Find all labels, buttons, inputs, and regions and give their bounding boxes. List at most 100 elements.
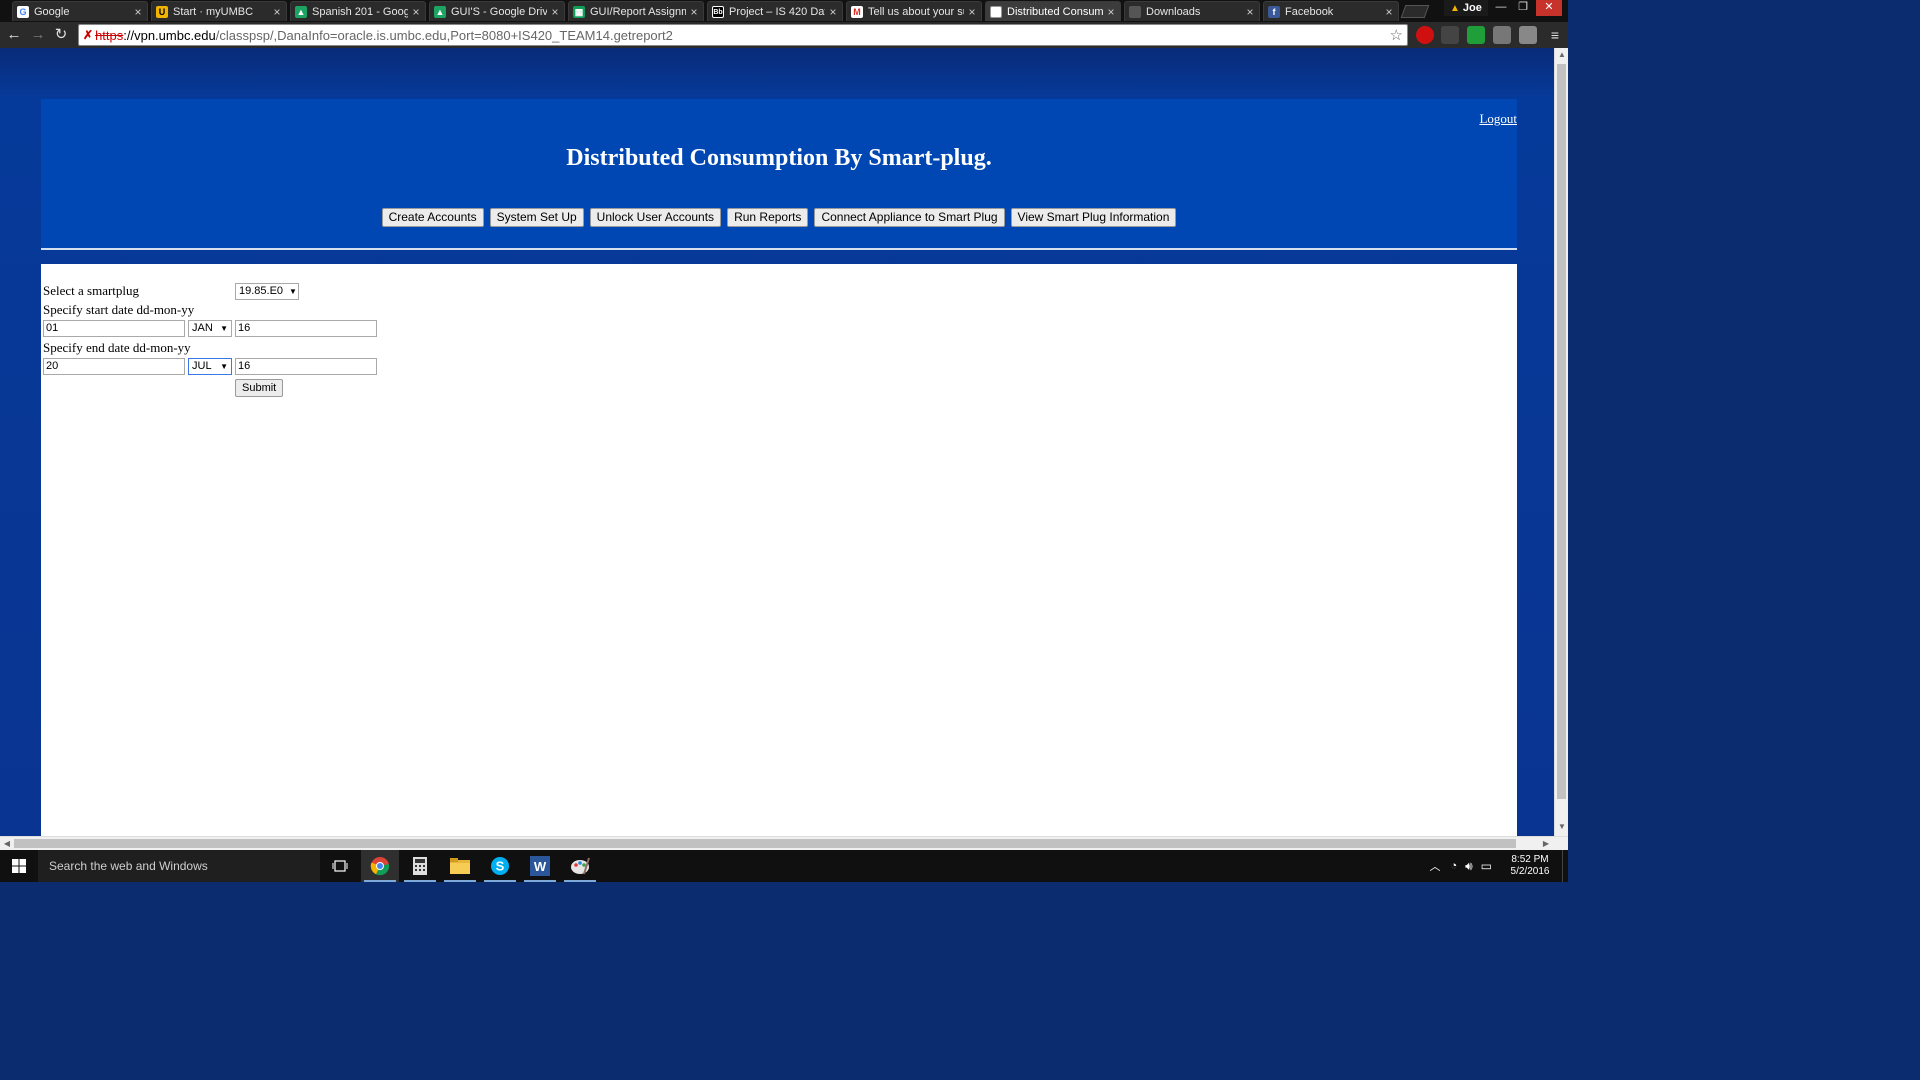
tab-spanish[interactable]: ▲ Spanish 201 - Google × (290, 1, 426, 21)
taskbar-clock[interactable]: 8:52 PM 5/2/2016 (1498, 854, 1562, 878)
evernote-extension-icon[interactable] (1467, 26, 1485, 44)
scroll-up-icon[interactable]: ▲ (1555, 50, 1569, 62)
start-month-value: JAN (192, 322, 213, 334)
show-desktop-button[interactable] (1562, 850, 1568, 882)
create-accounts-button[interactable]: Create Accounts (381, 208, 484, 227)
url-host: ://vpn.umbc.edu (123, 27, 216, 43)
show-hidden-icons-icon[interactable]: ︿ (1429, 858, 1440, 874)
connect-appliance-button[interactable]: Connect Appliance to Smart Plug (814, 208, 1005, 227)
drive-icon: ▲ (434, 5, 446, 18)
tab-facebook[interactable]: f Facebook × (1263, 1, 1399, 21)
calculator-icon[interactable] (401, 850, 439, 882)
tab-title: Facebook (1285, 5, 1334, 18)
tab-project[interactable]: Bb Project – IS 420 Datal × (707, 1, 843, 21)
paint-icon[interactable] (561, 850, 599, 882)
bookmark-star-icon[interactable]: ☆ (1390, 26, 1403, 44)
new-tab-button[interactable] (1400, 5, 1430, 18)
reload-icon[interactable]: ↻ (50, 24, 72, 46)
logout-link[interactable]: Logout (1479, 111, 1517, 127)
run-reports-button[interactable]: Run Reports (727, 208, 809, 227)
taskbar-search-input[interactable]: Search the web and Windows (38, 850, 320, 882)
windows-start-icon[interactable] (0, 850, 38, 882)
scrollbar-thumb[interactable] (14, 839, 1516, 848)
close-icon[interactable]: × (1245, 5, 1255, 19)
chevron-down-icon: ▼ (220, 362, 228, 371)
menu-icon[interactable]: ≡ (1544, 24, 1566, 46)
scroll-left-icon[interactable]: ◀ (1, 837, 13, 851)
close-icon[interactable]: × (689, 5, 699, 19)
svg-text:W: W (534, 859, 547, 874)
tab-title: Project – IS 420 Datal (729, 5, 825, 18)
page-title: Distributed Consumption By Smart-plug. (566, 145, 992, 171)
start-day-input[interactable]: 01 (43, 320, 185, 337)
scrollbar-thumb[interactable] (1557, 64, 1566, 799)
close-icon[interactable]: × (967, 5, 977, 19)
restore-icon[interactable]: ❐ (1512, 0, 1534, 16)
tab-downloads[interactable]: Downloads × (1124, 1, 1260, 21)
sheets-icon: ▦ (573, 5, 585, 18)
skype-icon[interactable]: S (481, 850, 519, 882)
tab-gmail[interactable]: M Tell us about your sur × (846, 1, 982, 21)
opera-extension-icon[interactable] (1416, 26, 1434, 44)
profile-button[interactable]: ▲ Joe (1444, 0, 1488, 16)
end-date-label: Specify end date dd-mon-yy (43, 340, 191, 355)
back-icon[interactable]: ← (3, 24, 25, 46)
extension-icon[interactable] (1441, 26, 1459, 44)
horizontal-scrollbar[interactable]: ◀ ▶ (0, 836, 1568, 850)
close-window-icon[interactable]: ✕ (1536, 0, 1562, 16)
scroll-right-icon[interactable]: ▶ (1540, 837, 1552, 851)
tab-google[interactable]: G Google × (12, 1, 148, 21)
close-icon[interactable]: × (411, 5, 421, 19)
system-set-up-button[interactable]: System Set Up (489, 208, 584, 227)
umbc-icon: U (156, 5, 168, 18)
chevron-down-icon: ▼ (220, 324, 228, 333)
task-view-icon[interactable] (321, 850, 359, 882)
tab-title: Downloads (1146, 5, 1201, 18)
close-icon[interactable]: × (1384, 5, 1394, 19)
end-day-input[interactable]: 20 (43, 358, 185, 375)
view-smart-plug-info-button[interactable]: View Smart Plug Information (1010, 208, 1177, 227)
url-path: /classpsp/,DanaInfo=oracle.is.umbc.edu,P… (215, 27, 673, 43)
header-banner: Logout Distributed Consumption By Smart-… (41, 99, 1517, 250)
close-icon[interactable]: × (272, 5, 282, 19)
word-icon[interactable]: W (521, 850, 559, 882)
close-icon[interactable]: × (1106, 5, 1116, 19)
url-scheme: https (95, 27, 124, 43)
start-year-input[interactable]: 16 (235, 320, 377, 337)
drive-icon: ▲ (295, 5, 307, 18)
end-year-input[interactable]: 16 (235, 358, 377, 375)
system-tray: ︿ ◔ 🔊︎ ▭ 8:52 PM 5/2/2016 (1429, 850, 1568, 882)
volume-icon[interactable]: 🔊︎ (1465, 859, 1473, 874)
tab-guis-drive[interactable]: ▲ GUI'S - Google Drive × (429, 1, 565, 21)
close-icon[interactable]: × (550, 5, 560, 19)
svg-text:S: S (496, 859, 505, 874)
profile-name: Joe (1462, 2, 1482, 14)
action-center-icon[interactable]: ▭ (1481, 859, 1492, 873)
close-icon[interactable]: × (828, 5, 838, 19)
minimize-icon[interactable]: — (1490, 0, 1512, 16)
downloads-icon (1129, 5, 1141, 18)
chrome-icon[interactable] (361, 850, 399, 882)
page-icon (990, 5, 1002, 18)
calendar-extension-icon[interactable] (1493, 26, 1511, 44)
network-icon[interactable]: ◔ (1450, 860, 1457, 872)
tab-gui-report[interactable]: ▦ GUI/Report Assignme × (568, 1, 704, 21)
tab-myumbc[interactable]: U Start · myUMBC × (151, 1, 287, 21)
facebook-icon: f (1268, 5, 1280, 18)
scroll-down-icon[interactable]: ▼ (1555, 822, 1569, 834)
file-explorer-icon[interactable] (441, 850, 479, 882)
unlock-user-accounts-button[interactable]: Unlock User Accounts (589, 208, 722, 227)
windows-taskbar: Search the web and Windows S W ︿ ◔ 🔊︎ ▭ … (0, 850, 1568, 882)
keyboard-extension-icon[interactable] (1519, 26, 1537, 44)
start-month-select[interactable]: JAN ▼ (188, 320, 232, 337)
submit-button[interactable]: Submit (235, 379, 284, 397)
end-month-select[interactable]: JUL ▼ (188, 358, 232, 375)
clock-date: 5/2/2016 (1510, 866, 1550, 877)
vertical-scrollbar[interactable]: ▲ ▼ (1554, 48, 1568, 836)
report-form: Select a smartplug 19.85.E0 ▼ Specify st… (41, 264, 1517, 836)
smartplug-select[interactable]: 19.85.E0 ▼ (235, 283, 299, 300)
forward-icon[interactable]: → (27, 24, 49, 46)
close-icon[interactable]: × (133, 5, 143, 19)
tab-distributed-consumption[interactable]: Distributed Consump × (985, 1, 1121, 21)
address-bar[interactable]: ✗ https ://vpn.umbc.edu /classpsp/,DanaI… (78, 24, 1408, 46)
